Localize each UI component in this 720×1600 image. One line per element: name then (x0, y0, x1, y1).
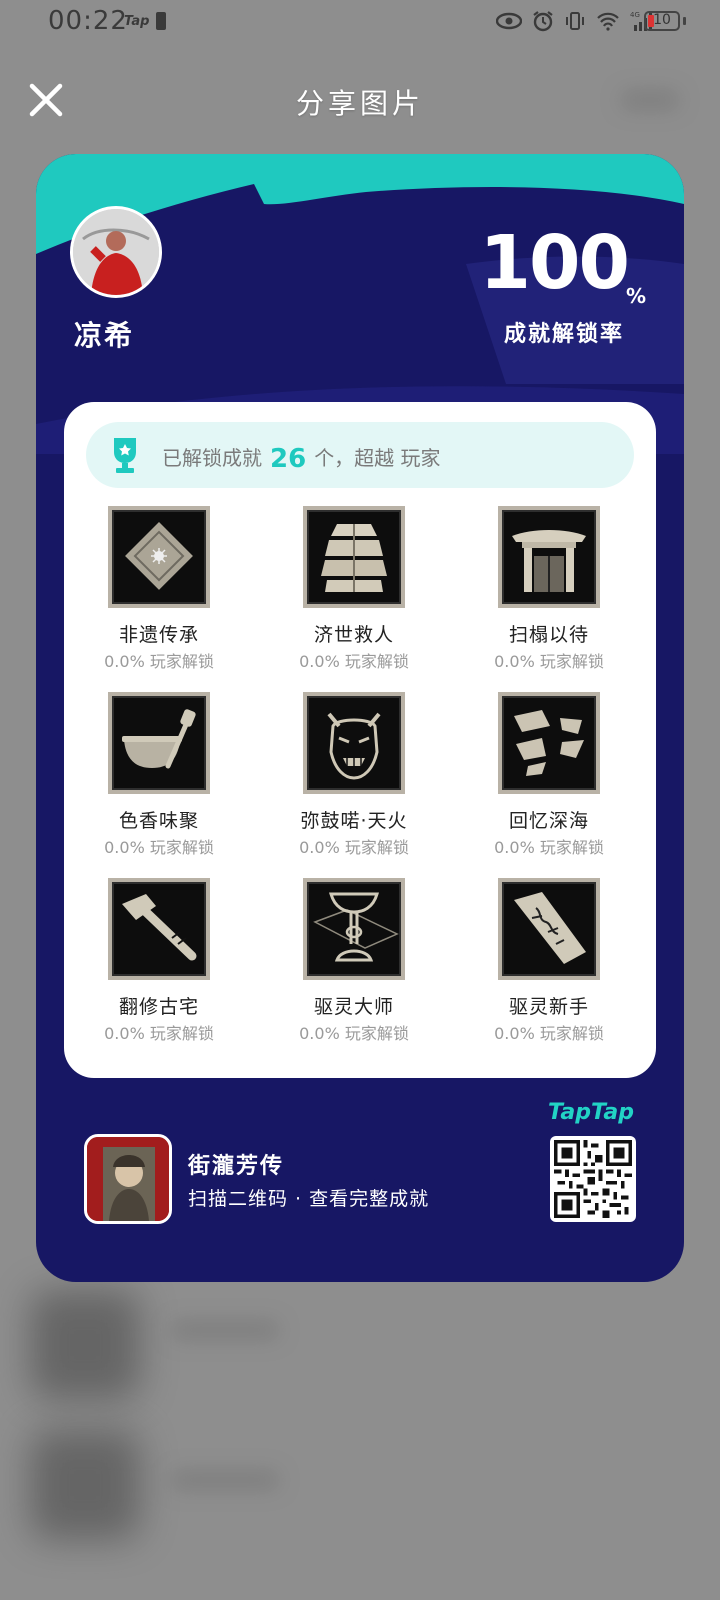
diamond-icon (125, 522, 193, 590)
taptap-logo: TapTap (548, 1100, 634, 1125)
achievement-name: 色香味聚 (118, 810, 199, 832)
achievement-name: 非遗传承 (118, 624, 199, 646)
achievement-rate: 0.0% 玩家解锁 (104, 1024, 214, 1043)
summary-suffix: 个，超越 玩家 (314, 446, 441, 470)
tap-notification-icon: Tap (124, 14, 150, 29)
hammer-icon (122, 894, 197, 961)
achievement-panel: 已解锁成就 26 个，超越 玩家 非遗传承 0.0% 玩家解锁 济世救人 0.0… (64, 402, 656, 1078)
game-logo (84, 1134, 172, 1224)
achievement-name: 翻修古宅 (118, 996, 199, 1018)
alarm-icon (533, 11, 553, 32)
achievement-rate: 0.0% 玩家解锁 (104, 838, 214, 857)
achievement-rate: 0.0% 玩家解锁 (494, 652, 604, 671)
battery-icon: 10 (644, 11, 680, 31)
achievement-rate: 0.0% 玩家解锁 (494, 838, 604, 857)
gate-icon (512, 530, 586, 592)
achievement-rate: 0.0% 玩家解锁 (299, 1024, 409, 1043)
achievement-name: 济世救人 (313, 624, 394, 646)
achievement-name: 回忆深海 (508, 810, 589, 832)
qr-code[interactable] (550, 1136, 636, 1222)
wok-icon (122, 709, 196, 769)
achievement-rate: 0.0% 玩家解锁 (494, 1024, 604, 1043)
rice-bags-icon (321, 524, 387, 592)
qr-code-icon (554, 1140, 632, 1218)
achievement-rate: 0.0% 玩家解锁 (299, 652, 409, 671)
unlock-rate-label: 成就解锁率 (503, 322, 624, 347)
achievement-name: 驱灵大师 (313, 996, 394, 1018)
avatar-image (73, 209, 159, 295)
talisman-icon (514, 892, 586, 964)
battery-saver-icon (156, 12, 166, 30)
page-title: 分享图片 (295, 87, 424, 120)
achievement-rate: 0.0% 玩家解锁 (104, 652, 214, 671)
achievement-name: 扫榻以待 (508, 624, 589, 646)
unlock-rate-unit: % (625, 284, 646, 308)
game-name: 街瀧芳传 (188, 1154, 285, 1179)
achievement-rate: 0.0% 玩家解锁 (299, 838, 409, 857)
achievement-summary: 已解锁成就 26 个，超越 玩家 (86, 422, 634, 488)
shards-icon (514, 710, 584, 776)
avatar (70, 206, 162, 298)
achievement-name: 驱灵新手 (508, 996, 589, 1018)
goblet-icon (313, 892, 399, 962)
svg-text:4G: 4G (630, 11, 640, 19)
status-time: 00:22 (48, 6, 128, 36)
username: 凉希 (74, 319, 135, 352)
achievement-count: 26 (270, 444, 307, 474)
game-tagline: 扫描二维码 · 查看完整成就 (188, 1188, 430, 1210)
status-bar: 00:22 Tap 4G 10 (0, 0, 720, 46)
achievement-name: 弥鼓喏·天火 (300, 810, 408, 832)
demon-mask-icon (327, 712, 381, 780)
battery-level: 10 (653, 12, 671, 28)
vibrate-icon (566, 12, 584, 30)
eye-icon (496, 12, 522, 30)
wifi-icon (597, 12, 619, 31)
game-logo-image (87, 1137, 169, 1221)
share-card: 凉希 100 % 成就解锁率 已解锁成就 26 个，超越 玩家 非遗传承 0.0… (36, 154, 684, 1282)
unlock-rate-value: 100 (479, 220, 630, 306)
trophy-icon (114, 438, 136, 473)
summary-prefix: 已解锁成就 (162, 446, 262, 470)
